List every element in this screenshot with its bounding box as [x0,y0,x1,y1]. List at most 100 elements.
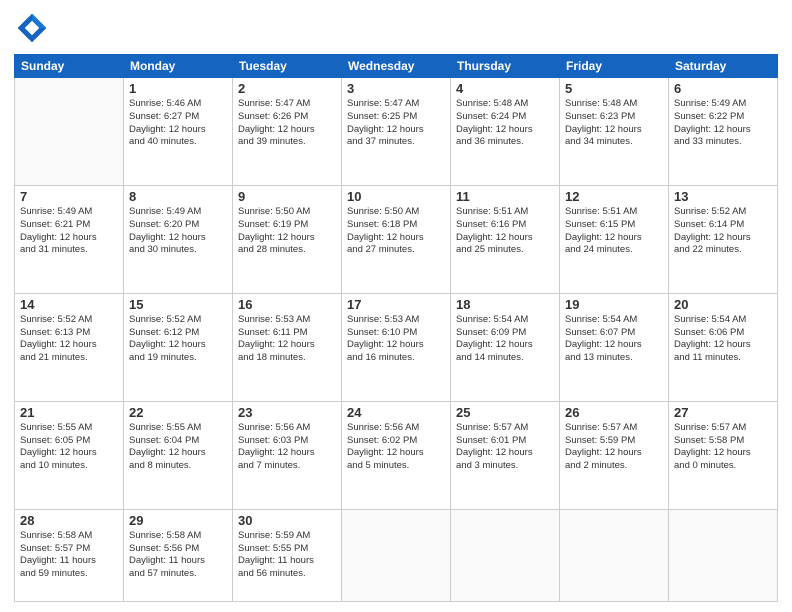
day-info: Sunrise: 5:51 AM Sunset: 6:16 PM Dayligh… [456,206,554,257]
day-number: 19 [565,297,663,312]
day-number: 28 [20,513,118,528]
calendar-cell: 25 Sunrise: 5:57 AM Sunset: 6:01 PM Dayli… [451,401,560,509]
day-info: Sunrise: 5:47 AM Sunset: 6:25 PM Dayligh… [347,98,445,149]
calendar-cell: 13 Sunrise: 5:52 AM Sunset: 6:14 PM Dayli… [669,185,778,293]
calendar-cell [342,509,451,601]
day-info: Sunrise: 5:48 AM Sunset: 6:24 PM Dayligh… [456,98,554,149]
calendar-week-1: 7 Sunrise: 5:49 AM Sunset: 6:21 PM Daylig… [15,185,778,293]
day-info: Sunrise: 5:51 AM Sunset: 6:15 PM Dayligh… [565,206,663,257]
calendar-cell: 24 Sunrise: 5:56 AM Sunset: 6:02 PM Dayli… [342,401,451,509]
day-info: Sunrise: 5:48 AM Sunset: 6:23 PM Dayligh… [565,98,663,149]
calendar-cell: 17 Sunrise: 5:53 AM Sunset: 6:10 PM Dayli… [342,293,451,401]
calendar-cell: 6Sunrise: 5:49 AM Sunset: 6:22 PM Daylig… [669,78,778,186]
day-number: 24 [347,405,445,420]
day-number: 27 [674,405,772,420]
calendar-cell: 28 Sunrise: 5:58 AM Sunset: 5:57 PM Dayli… [15,509,124,601]
day-info: Sunrise: 5:56 AM Sunset: 6:03 PM Dayligh… [238,422,336,473]
day-number: 16 [238,297,336,312]
calendar-cell: 8 Sunrise: 5:49 AM Sunset: 6:20 PM Daylig… [124,185,233,293]
calendar-table: SundayMondayTuesdayWednesdayThursdayFrid… [14,54,778,602]
weekday-header-row: SundayMondayTuesdayWednesdayThursdayFrid… [15,55,778,78]
calendar-cell: 16 Sunrise: 5:53 AM Sunset: 6:11 PM Dayli… [233,293,342,401]
day-number: 29 [129,513,227,528]
day-number: 18 [456,297,554,312]
day-info: Sunrise: 5:46 AM Sunset: 6:27 PM Dayligh… [129,98,227,149]
calendar-cell: 22 Sunrise: 5:55 AM Sunset: 6:04 PM Dayli… [124,401,233,509]
day-number: 30 [238,513,336,528]
weekday-header-friday: Friday [560,55,669,78]
day-number: 15 [129,297,227,312]
weekday-header-saturday: Saturday [669,55,778,78]
calendar-cell: 26Sunrise: 5:57 AM Sunset: 5:59 PM Dayli… [560,401,669,509]
calendar-cell: 1Sunrise: 5:46 AM Sunset: 6:27 PM Daylig… [124,78,233,186]
weekday-header-sunday: Sunday [15,55,124,78]
day-info: Sunrise: 5:55 AM Sunset: 6:05 PM Dayligh… [20,422,118,473]
day-number: 13 [674,189,772,204]
day-number: 14 [20,297,118,312]
calendar-week-2: 14 Sunrise: 5:52 AM Sunset: 6:13 PM Dayli… [15,293,778,401]
day-number: 9 [238,189,336,204]
calendar-cell: 21 Sunrise: 5:55 AM Sunset: 6:05 PM Dayli… [15,401,124,509]
day-info: Sunrise: 5:49 AM Sunset: 6:21 PM Dayligh… [20,206,118,257]
day-info: Sunrise: 5:53 AM Sunset: 6:11 PM Dayligh… [238,314,336,365]
day-info: Sunrise: 5:49 AM Sunset: 6:20 PM Dayligh… [129,206,227,257]
day-info: Sunrise: 5:54 AM Sunset: 6:07 PM Dayligh… [565,314,663,365]
day-info: Sunrise: 5:56 AM Sunset: 6:02 PM Dayligh… [347,422,445,473]
weekday-header-thursday: Thursday [451,55,560,78]
day-info: Sunrise: 5:49 AM Sunset: 6:22 PM Dayligh… [674,98,772,149]
day-number: 20 [674,297,772,312]
day-info: Sunrise: 5:59 AM Sunset: 5:55 PM Dayligh… [238,530,336,581]
day-number: 3 [347,81,445,96]
day-number: 21 [20,405,118,420]
day-info: Sunrise: 5:52 AM Sunset: 6:13 PM Dayligh… [20,314,118,365]
day-number: 7 [20,189,118,204]
day-number: 25 [456,405,554,420]
day-number: 17 [347,297,445,312]
calendar-cell: 14 Sunrise: 5:52 AM Sunset: 6:13 PM Dayli… [15,293,124,401]
day-info: Sunrise: 5:57 AM Sunset: 5:59 PM Dayligh… [565,422,663,473]
day-number: 4 [456,81,554,96]
day-info: Sunrise: 5:54 AM Sunset: 6:09 PM Dayligh… [456,314,554,365]
calendar-cell: 29 Sunrise: 5:58 AM Sunset: 5:56 PM Dayli… [124,509,233,601]
calendar-cell: 23 Sunrise: 5:56 AM Sunset: 6:03 PM Dayli… [233,401,342,509]
weekday-header-monday: Monday [124,55,233,78]
calendar-cell: 19 Sunrise: 5:54 AM Sunset: 6:07 PM Dayli… [560,293,669,401]
day-number: 10 [347,189,445,204]
calendar-cell: 10Sunrise: 5:50 AM Sunset: 6:18 PM Dayli… [342,185,451,293]
day-info: Sunrise: 5:55 AM Sunset: 6:04 PM Dayligh… [129,422,227,473]
calendar-cell: 3 Sunrise: 5:47 AM Sunset: 6:25 PM Daylig… [342,78,451,186]
day-info: Sunrise: 5:52 AM Sunset: 6:14 PM Dayligh… [674,206,772,257]
day-info: Sunrise: 5:47 AM Sunset: 6:26 PM Dayligh… [238,98,336,149]
calendar-cell: 20Sunrise: 5:54 AM Sunset: 6:06 PM Dayli… [669,293,778,401]
day-info: Sunrise: 5:57 AM Sunset: 6:01 PM Dayligh… [456,422,554,473]
logo-icon [14,10,50,46]
day-number: 8 [129,189,227,204]
calendar-cell: 30 Sunrise: 5:59 AM Sunset: 5:55 PM Dayli… [233,509,342,601]
day-number: 2 [238,81,336,96]
calendar-cell: 18 Sunrise: 5:54 AM Sunset: 6:09 PM Dayli… [451,293,560,401]
calendar-cell: 12 Sunrise: 5:51 AM Sunset: 6:15 PM Dayli… [560,185,669,293]
day-number: 23 [238,405,336,420]
weekday-header-wednesday: Wednesday [342,55,451,78]
calendar-cell [15,78,124,186]
calendar-cell: 15 Sunrise: 5:52 AM Sunset: 6:12 PM Dayli… [124,293,233,401]
calendar-week-4: 28 Sunrise: 5:58 AM Sunset: 5:57 PM Dayli… [15,509,778,601]
day-number: 12 [565,189,663,204]
calendar-cell: 9 Sunrise: 5:50 AM Sunset: 6:19 PM Daylig… [233,185,342,293]
day-info: Sunrise: 5:58 AM Sunset: 5:57 PM Dayligh… [20,530,118,581]
calendar-cell: 7 Sunrise: 5:49 AM Sunset: 6:21 PM Daylig… [15,185,124,293]
day-info: Sunrise: 5:58 AM Sunset: 5:56 PM Dayligh… [129,530,227,581]
header [14,10,778,46]
day-number: 5 [565,81,663,96]
calendar-cell: 2 Sunrise: 5:47 AM Sunset: 6:26 PM Daylig… [233,78,342,186]
day-info: Sunrise: 5:50 AM Sunset: 6:19 PM Dayligh… [238,206,336,257]
calendar-cell [451,509,560,601]
day-info: Sunrise: 5:52 AM Sunset: 6:12 PM Dayligh… [129,314,227,365]
calendar-week-0: 1Sunrise: 5:46 AM Sunset: 6:27 PM Daylig… [15,78,778,186]
calendar-cell: 11Sunrise: 5:51 AM Sunset: 6:16 PM Dayli… [451,185,560,293]
day-info: Sunrise: 5:53 AM Sunset: 6:10 PM Dayligh… [347,314,445,365]
calendar-cell: 5 Sunrise: 5:48 AM Sunset: 6:23 PM Daylig… [560,78,669,186]
weekday-header-tuesday: Tuesday [233,55,342,78]
logo [14,10,54,46]
day-number: 22 [129,405,227,420]
